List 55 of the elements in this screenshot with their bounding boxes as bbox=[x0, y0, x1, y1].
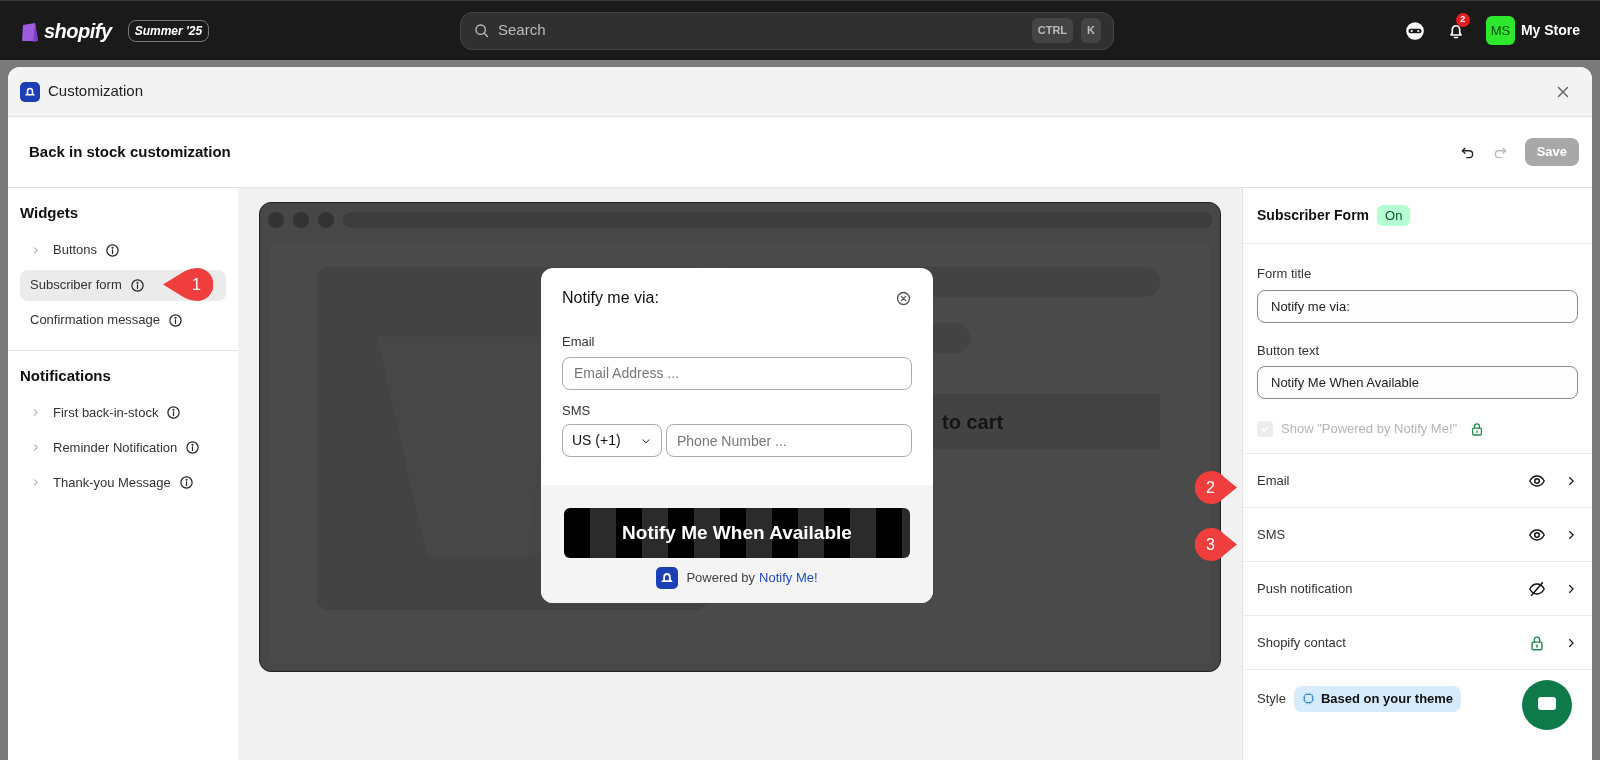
status-badge: On bbox=[1377, 204, 1411, 227]
section-heading: Notifications bbox=[20, 365, 112, 386]
edition-badge: Summer '25 bbox=[127, 19, 210, 42]
channel-row[interactable]: SMS bbox=[1243, 508, 1592, 562]
sidebar-item[interactable]: First back-in-stock bbox=[20, 397, 226, 428]
callout-marker: 1 bbox=[163, 268, 213, 301]
store-avatar[interactable]: MS bbox=[1485, 16, 1515, 45]
notify-me-link[interactable]: Notify Me! bbox=[759, 568, 818, 588]
text-field[interactable]: Notify Me When Available bbox=[1257, 366, 1578, 399]
popup-title: Notify me via: bbox=[562, 288, 659, 308]
search-field[interactable]: Search CTRL K bbox=[460, 11, 1114, 50]
field-label: Button text bbox=[1257, 341, 1321, 360]
powered-by-text: Powered by bbox=[686, 569, 756, 588]
text-field[interactable]: Notify me via: bbox=[1257, 289, 1578, 323]
info-icon bbox=[168, 312, 184, 328]
window-title: Customization bbox=[48, 81, 144, 102]
notify-button[interactable]: Notify Me When Available bbox=[564, 508, 910, 558]
app-logo-icon bbox=[656, 567, 679, 589]
section-heading: Widgets bbox=[20, 203, 80, 223]
channel-row[interactable]: Email bbox=[1243, 454, 1592, 508]
search-icon bbox=[473, 22, 490, 39]
store-name[interactable]: My Store bbox=[1520, 20, 1580, 41]
style-label: Style bbox=[1257, 690, 1286, 708]
shortcut-key: K bbox=[1081, 18, 1101, 43]
sidebar-item[interactable]: Thank-you Message bbox=[20, 467, 226, 498]
info-icon bbox=[166, 405, 182, 420]
callout-marker: 3 bbox=[1194, 528, 1237, 561]
email-field[interactable]: Email Address ... bbox=[562, 356, 912, 390]
sidebar-item[interactable]: Confirmation message bbox=[20, 304, 226, 336]
info-icon bbox=[185, 440, 201, 455]
field-label: Email bbox=[562, 333, 595, 351]
close-icon[interactable] bbox=[895, 289, 912, 307]
channel-row[interactable]: Push notification bbox=[1243, 562, 1592, 616]
ai-chip-icon bbox=[1301, 692, 1315, 706]
field-label: SMS bbox=[562, 401, 591, 420]
phone-field[interactable]: Phone Number ... bbox=[666, 424, 912, 457]
sidekick-icon[interactable] bbox=[1403, 19, 1426, 42]
sidebar-item[interactable]: Buttons bbox=[20, 234, 226, 266]
info-icon bbox=[105, 242, 121, 258]
panel-title: Subscriber Form bbox=[1257, 206, 1370, 225]
app-logo-icon bbox=[20, 81, 40, 102]
page-title: Back in stock customization bbox=[29, 141, 231, 162]
info-icon bbox=[129, 277, 145, 293]
callout-marker: 2 bbox=[1194, 471, 1237, 504]
country-select[interactable]: US (+1) bbox=[562, 424, 662, 457]
notification-count: 2 bbox=[1455, 12, 1470, 27]
brand-name: shopify bbox=[44, 18, 112, 44]
checkbox-label: Show "Powered by Notify Me!" bbox=[1281, 420, 1458, 439]
channel-row[interactable]: Shopify contact bbox=[1243, 616, 1592, 670]
field-label: Form title bbox=[1257, 265, 1313, 283]
shortcut-key: CTRL bbox=[1031, 18, 1074, 43]
info-icon bbox=[178, 475, 194, 490]
chat-button[interactable] bbox=[1522, 680, 1572, 730]
sidebar-item[interactable]: Reminder Notification bbox=[20, 432, 226, 463]
style-badge: Based on your theme bbox=[1293, 686, 1462, 712]
